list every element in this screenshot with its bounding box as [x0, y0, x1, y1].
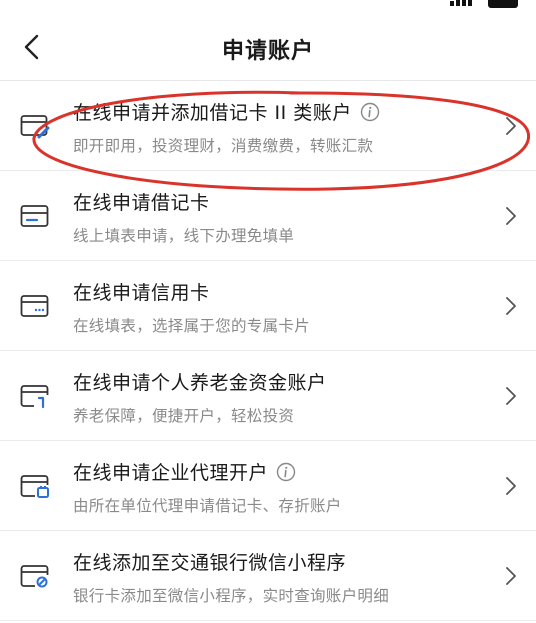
- item-title: 在线申请借记卡: [73, 192, 210, 214]
- item-subtitle: 银行卡添加至微信小程序，实时查询账户明细: [73, 587, 390, 605]
- status-bar: [0, 0, 536, 14]
- item-title-row: 在线申请企业代理开户: [73, 458, 296, 485]
- item-subtitle: 线上填表申请，线下办理免填单: [73, 227, 295, 245]
- item-title-row: 在线申请个人养老金资金账户: [73, 368, 327, 395]
- debit-card-icon: [20, 205, 49, 227]
- list-item-credit-card[interactable]: 在线申请信用卡 在线填表，选择属于您的专属卡片: [0, 261, 536, 351]
- item-subtitle: 养老保障，便捷开户，轻松投资: [73, 407, 295, 425]
- card-link-icon: [20, 565, 49, 588]
- list-item-debit-card[interactable]: 在线申请借记卡 线上填表申请，线下办理免填单: [0, 171, 536, 261]
- page-title: 申请账户: [221, 39, 314, 64]
- account-option-list: 在线申请并添加借记卡 II 类账户 即开即用，投资理财，消费缴费，转账汇款 在线…: [0, 81, 536, 621]
- signal-icon: [450, 0, 476, 6]
- item-title-row: 在线添加至交通银行微信小程序: [73, 548, 346, 575]
- nav-bar: 申请账户: [0, 14, 536, 81]
- item-title-row: 在线申请并添加借记卡 II 类账户: [73, 98, 380, 125]
- chevron-right-icon: [506, 477, 516, 495]
- list-item-wechat-miniprogram[interactable]: 在线添加至交通银行微信小程序 银行卡添加至微信小程序，实时查询账户明细: [0, 531, 536, 621]
- chevron-right-icon: [506, 297, 516, 315]
- item-title-row: 在线申请借记卡: [73, 188, 210, 215]
- enterprise-card-icon: [20, 475, 49, 498]
- item-subtitle: 由所在单位代理申请借记卡、存折账户: [73, 497, 342, 515]
- card-pen-icon: [20, 115, 50, 139]
- list-item-enterprise-agent[interactable]: 在线申请企业代理开户 由所在单位代理申请借记卡、存折账户: [0, 441, 536, 531]
- battery-icon: [488, 0, 518, 8]
- chevron-right-icon: [506, 567, 516, 585]
- item-title: 在线申请信用卡: [73, 282, 210, 304]
- list-item-debit-card-ii[interactable]: 在线申请并添加借记卡 II 类账户 即开即用，投资理财，消费缴费，转账汇款: [0, 81, 536, 171]
- item-title: 在线申请企业代理开户: [73, 462, 269, 484]
- chevron-right-icon: [506, 387, 516, 405]
- chevron-right-icon: [506, 207, 516, 225]
- chevron-right-icon: [506, 117, 516, 135]
- list-item-pension-account[interactable]: 在线申请个人养老金资金账户 养老保障，便捷开户，轻松投资: [0, 351, 536, 441]
- item-title: 在线添加至交通银行微信小程序: [73, 552, 347, 574]
- pension-card-icon: [20, 385, 49, 409]
- info-icon[interactable]: [276, 462, 296, 482]
- info-icon[interactable]: [360, 102, 380, 122]
- item-title: 在线申请并添加借记卡 II 类账户: [73, 102, 352, 124]
- item-subtitle: 在线填表，选择属于您的专属卡片: [73, 317, 311, 335]
- item-title-row: 在线申请信用卡: [73, 278, 210, 305]
- item-subtitle: 即开即用，投资理财，消费缴费，转账汇款: [73, 137, 374, 155]
- credit-card-icon: [20, 295, 49, 317]
- item-title: 在线申请个人养老金资金账户: [73, 372, 327, 394]
